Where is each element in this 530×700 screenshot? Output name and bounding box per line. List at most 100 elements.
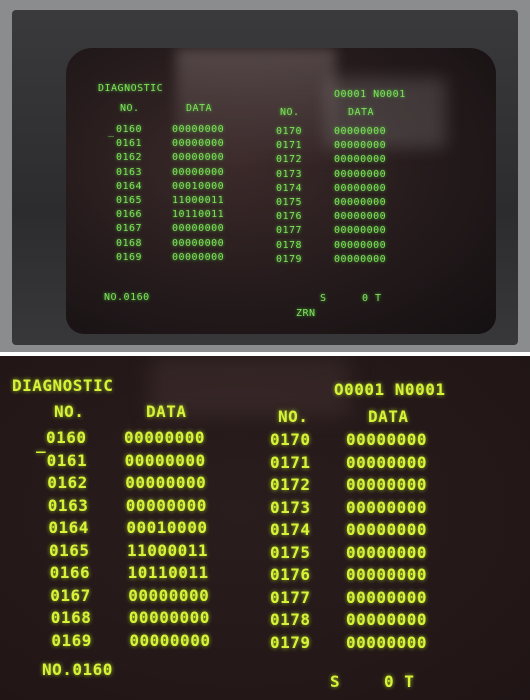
column-header-no: NO. (54, 402, 85, 421)
diagnostic-number: 0179 (270, 632, 311, 652)
status-t: 0 T (384, 672, 415, 691)
diagnostic-number: 0176 (276, 211, 303, 223)
diagnostic-data: 00000000 (129, 630, 211, 650)
program-number: O0001 N0001 (334, 89, 406, 100)
photo-screen-closeup: DIAGNOSTIC O0001 N0001 NO. DATA NO. DATA _ 0160… (0, 356, 530, 700)
diagnostic-data: 00000000 (172, 124, 225, 135)
column-header-no: NO. (278, 407, 309, 426)
diagnostic-number: 0167 (116, 223, 143, 235)
diagnostic-number: 0167 (50, 585, 91, 605)
diagnostic-data: 00000000 (334, 182, 387, 194)
diagnostic-data: 00000000 (172, 223, 225, 235)
mode-indicator: ZRN (296, 308, 316, 319)
column-header-no: NO. (280, 107, 300, 118)
diagnostic-number: 0164 (116, 180, 143, 192)
diagnostic-number: 0163 (116, 166, 143, 178)
diagnostic-number: 0175 (270, 542, 311, 562)
diagnostic-number: 0168 (116, 237, 143, 249)
diagnostic-number: 0170 (276, 126, 303, 137)
diagnostic-data: 00000000 (346, 475, 428, 494)
diagnostic-data: 00000000 (346, 497, 428, 517)
column-header-data: DATA (348, 107, 375, 118)
diagnostic-data: 00000000 (334, 197, 387, 208)
diagnostic-data: 00000000 (172, 152, 225, 164)
diagnostic-number: 0161 (116, 138, 143, 150)
diagnostic-data: 00000000 (346, 452, 428, 472)
diagnostic-data: 10110011 (172, 209, 225, 221)
diagnostic-number: 0162 (47, 473, 88, 492)
diagnostic-data: 00000000 (124, 428, 206, 447)
diagnostic-number: 0165 (116, 195, 143, 206)
column-header-data: DATA (186, 103, 213, 114)
diagnostic-number: 0164 (48, 518, 89, 537)
diagnostic-number: 0169 (116, 251, 143, 263)
diagnostic-number: 0166 (49, 563, 91, 582)
diagnostic-data: 00000000 (334, 225, 387, 237)
diagnostic-data: 00000000 (172, 237, 225, 249)
diagnostic-data: 11000011 (127, 540, 209, 560)
diagnostic-number: 0174 (270, 520, 311, 539)
diagnostic-data: 00000000 (346, 565, 428, 584)
column-header-data: DATA (368, 407, 409, 426)
diagnostic-number: 0173 (276, 168, 303, 180)
diagnostic-number: 0171 (270, 452, 311, 472)
diagnostic-number: 0178 (276, 239, 303, 251)
diagnostic-data: 00000000 (334, 140, 387, 152)
diagnostic-number: 0161 (46, 450, 88, 470)
screen-title: DIAGNOSTIC (12, 376, 114, 395)
diagnostic-data: 00000000 (124, 450, 206, 470)
diagnostic-number: 0170 (270, 430, 311, 449)
status-s: S (320, 293, 327, 304)
cursor: _ (36, 434, 47, 453)
diagnostic-data: 00000000 (334, 239, 387, 251)
diagnostic-data: 10110011 (127, 563, 209, 582)
diagnostic-data: 00000000 (334, 168, 387, 180)
crt-screen-overview: DIAGNOSTIC O0001 N0001 NO. DATA NO. DATA _ 0160… (66, 48, 496, 334)
diagnostic-number: 0160 (116, 124, 143, 135)
screen-title: DIAGNOSTIC (98, 83, 164, 94)
diagnostic-number: 0162 (116, 152, 143, 164)
diagnostic-number: 0166 (116, 209, 143, 221)
diagnostic-data: 00010000 (172, 180, 225, 192)
column-header-data: DATA (146, 402, 187, 421)
diagnostic-data: 00000000 (334, 126, 387, 137)
diagnostic-number: 0177 (276, 225, 303, 237)
program-number: O0001 N0001 (334, 380, 446, 399)
diagnostic-data: 00000000 (172, 251, 225, 263)
diagnostic-number: 0178 (270, 610, 311, 629)
diagnostic-number: 0163 (47, 495, 89, 515)
diagnostic-data: 00000000 (346, 587, 428, 607)
diagnostic-data: 00000000 (346, 430, 428, 449)
column-header-no: NO. (120, 103, 140, 114)
input-line: NO.0160 (42, 660, 113, 679)
diagnostic-number: 0171 (276, 140, 303, 152)
diagnostic-number: 0168 (50, 608, 92, 627)
diagnostic-data: 00000000 (346, 610, 428, 629)
diagnostic-number: 0165 (49, 540, 90, 560)
diagnostic-number: 0175 (276, 197, 303, 208)
diagnostic-number: 0176 (270, 565, 311, 584)
diagnostic-data: 00000000 (346, 542, 428, 562)
diagnostic-data: 00000000 (125, 495, 207, 515)
photo-monitor-overview: DIAGNOSTIC O0001 N0001 NO. DATA NO. DATA _ 0160… (0, 0, 530, 352)
diagnostic-number: 0172 (270, 475, 311, 494)
diagnostic-data: 00000000 (334, 253, 387, 265)
diagnostic-data: 00000000 (172, 166, 225, 178)
diagnostic-number: 0179 (276, 253, 303, 265)
diagnostic-number: 0172 (276, 154, 303, 166)
diagnostic-number: 0177 (270, 587, 311, 607)
diagnostic-data: 00000000 (334, 154, 387, 166)
diagnostic-data: 00000000 (125, 473, 207, 492)
diagnostic-data: 00010000 (126, 518, 208, 537)
diagnostic-number: 0160 (46, 428, 87, 447)
status-t: 0 T (362, 293, 382, 304)
diagnostic-data: 00000000 (128, 608, 210, 627)
diagnostic-data: 00000000 (346, 520, 428, 539)
diagnostic-number: 0174 (276, 182, 303, 194)
diagnostic-data: 11000011 (172, 195, 225, 206)
diagnostic-number: 0169 (51, 630, 92, 650)
diagnostic-number: 0173 (270, 497, 311, 517)
diagnostic-data: 00000000 (172, 138, 225, 150)
input-line: NO.0160 (104, 292, 150, 303)
cursor: _ (108, 126, 115, 137)
